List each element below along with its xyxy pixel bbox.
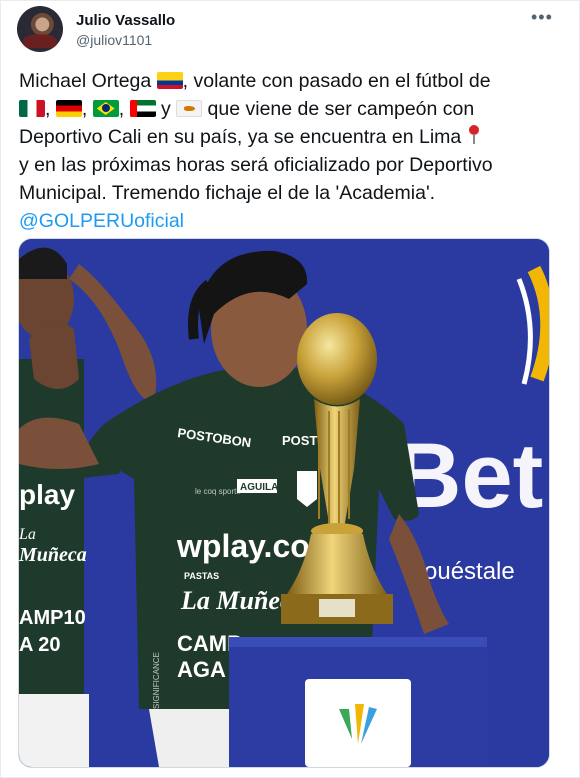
mexico-flag-icon xyxy=(19,100,45,117)
cyprus-flag-icon xyxy=(176,100,203,117)
round-pushpin-icon xyxy=(467,125,481,145)
tweet-text-segment: , volante con pasado en el fútbol de xyxy=(182,70,491,92)
mention-link[interactable]: @GOLPERUoficial xyxy=(19,207,564,235)
tweet-text: Michael Ortega , volante con pasado en e… xyxy=(19,67,564,235)
uae-flag-icon xyxy=(129,100,156,117)
side-text: SIGNIFICANCE xyxy=(152,652,161,709)
left-la-text: La xyxy=(19,526,36,543)
tweet-text-segment: Deportivo Cali en su país, ya se encuent… xyxy=(19,126,462,148)
tweet-text-segment: que viene de ser campeón con xyxy=(207,98,475,120)
left-camp-text: AMP10 xyxy=(19,607,86,629)
kit-brand-text: le coq sportif xyxy=(195,487,241,496)
avatar[interactable] xyxy=(17,6,63,52)
tweet-text-segment: , xyxy=(118,98,125,120)
brazil-flag-icon xyxy=(92,100,119,117)
left-jersey-text: play xyxy=(19,479,75,510)
colombia-flag-icon xyxy=(156,72,183,89)
tweet-text-segment: , xyxy=(45,98,51,120)
author-name[interactable]: Julio Vassallo xyxy=(76,12,175,29)
tweet-text-segment: Michael Ortega xyxy=(19,70,152,92)
left-muneca-text: Muñeca xyxy=(19,544,87,566)
author-handle[interactable]: @juliov1101 xyxy=(76,32,152,48)
tweet-text-segment: , xyxy=(81,98,88,120)
board-slogan-text: ouéstale xyxy=(424,558,515,585)
aguila-badge-text: AGUILA xyxy=(240,482,278,493)
tweet-card: Julio Vassallo @juliov1101 ••• Michael O… xyxy=(0,0,580,778)
left-year-text: A 20 xyxy=(19,634,61,656)
tweet-text-segment: y xyxy=(160,98,171,120)
more-horizontal-icon[interactable]: ••• xyxy=(531,7,553,28)
tweet-photo[interactable]: Bet ouéstale play La Muñeca AMP10 A 20 P… xyxy=(18,238,550,768)
germany-flag-icon xyxy=(55,100,82,117)
camp2-text: AGA xyxy=(177,657,226,682)
photo-scene: Bet ouéstale play La Muñeca AMP10 A 20 P… xyxy=(19,239,549,767)
tweet-text-segment: y en las próximas horas será oficializad… xyxy=(19,154,493,176)
tweet-text-segment: Municipal. Tremendo fichaje el de la 'Ac… xyxy=(19,182,436,204)
wplay-brand-text: wplay.co xyxy=(176,528,310,564)
pastas-text: PASTAS xyxy=(184,571,219,581)
